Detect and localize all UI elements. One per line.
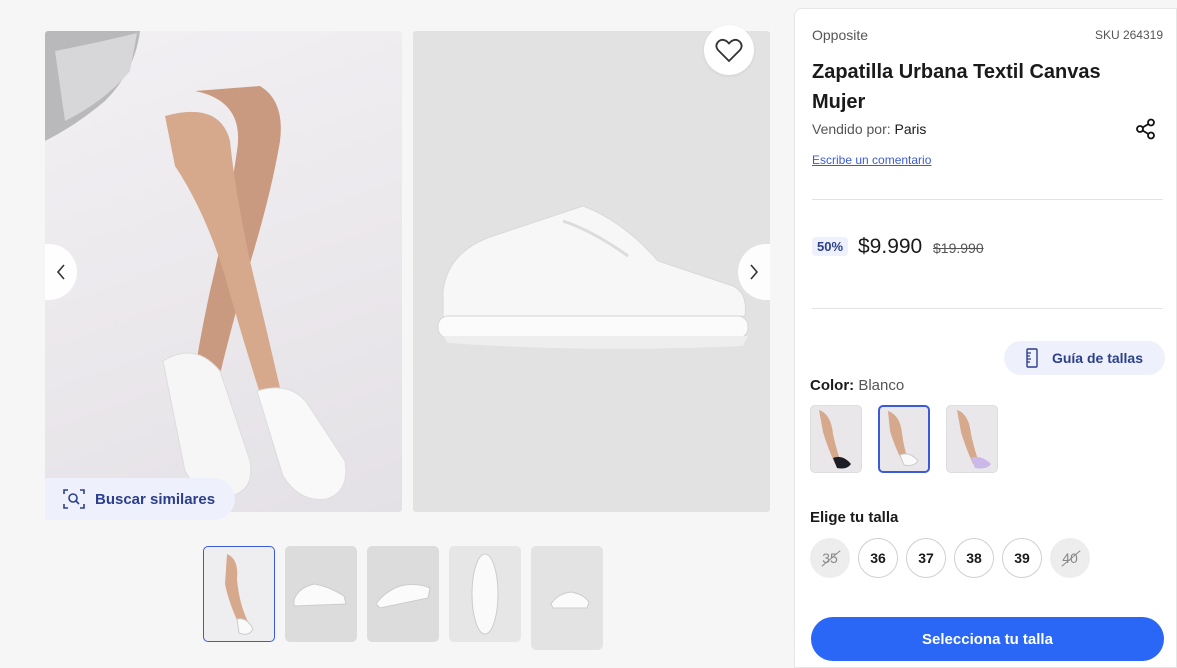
find-similar-button[interactable]: Buscar similares: [45, 478, 235, 520]
heart-icon: [715, 38, 743, 63]
size-option-unavailable: 35: [810, 538, 850, 578]
discount-badge: 50%: [812, 237, 849, 256]
color-label: Color: Blanco: [810, 377, 904, 394]
divider: [812, 308, 1163, 309]
favorite-button[interactable]: [704, 25, 754, 75]
product-image-side[interactable]: [413, 31, 770, 512]
color-swatch-black[interactable]: [810, 405, 862, 473]
size-option[interactable]: 37: [906, 538, 946, 578]
ruler-icon: [1026, 348, 1038, 368]
color-value: Blanco: [858, 377, 905, 394]
thumbnail-5[interactable]: [531, 546, 603, 650]
current-price: $9.990: [858, 235, 923, 258]
thumbnail-4[interactable]: [449, 546, 521, 642]
size-guide-label: Guía de tallas: [1051, 350, 1144, 366]
chevron-left-icon: [56, 264, 65, 280]
thumbnail-1[interactable]: [203, 546, 275, 642]
color-swatch-lilac[interactable]: [946, 405, 998, 473]
seller-name: Paris: [894, 121, 927, 137]
sku-label: SKU 264319: [1094, 28, 1163, 42]
size-option-unavailable: 40: [1050, 538, 1090, 578]
size-options: 35 36 37 38 39 40: [810, 538, 1090, 578]
seller-prefix: Vendido por:: [812, 121, 891, 137]
product-image-model[interactable]: [45, 31, 402, 512]
write-review-link[interactable]: Escribe un comentario: [812, 153, 931, 167]
seller-info: Vendido por: Paris: [812, 121, 926, 137]
color-swatches: [810, 405, 998, 473]
product-gallery: [45, 31, 770, 512]
size-option[interactable]: 39: [1002, 538, 1042, 578]
product-title: Zapatilla Urbana Textil Canvas Mujer: [812, 61, 1101, 113]
thumbnail-strip: [203, 546, 603, 650]
size-guide-button[interactable]: Guía de tallas: [1004, 341, 1165, 375]
color-label-prefix: Color:: [810, 377, 855, 394]
visual-search-icon: [63, 489, 85, 509]
size-option[interactable]: 36: [858, 538, 898, 578]
thumbnail-3[interactable]: [367, 546, 439, 642]
size-selector-label: Elige tu talla: [810, 509, 899, 526]
select-size-button[interactable]: Selecciona tu talla: [811, 617, 1164, 661]
divider: [812, 199, 1163, 200]
share-icon: [1136, 118, 1155, 140]
chevron-right-icon: [750, 264, 759, 280]
color-swatch-white[interactable]: [878, 405, 930, 473]
brand-name[interactable]: Opposite: [812, 27, 868, 43]
share-button[interactable]: [1135, 118, 1157, 140]
original-price: $19.990: [933, 240, 984, 256]
thumbnail-2[interactable]: [285, 546, 357, 642]
find-similar-label: Buscar similares: [95, 490, 216, 508]
size-option[interactable]: 38: [954, 538, 994, 578]
product-info-panel: Opposite SKU 264319 Zapatilla Urbana Tex…: [794, 8, 1177, 668]
